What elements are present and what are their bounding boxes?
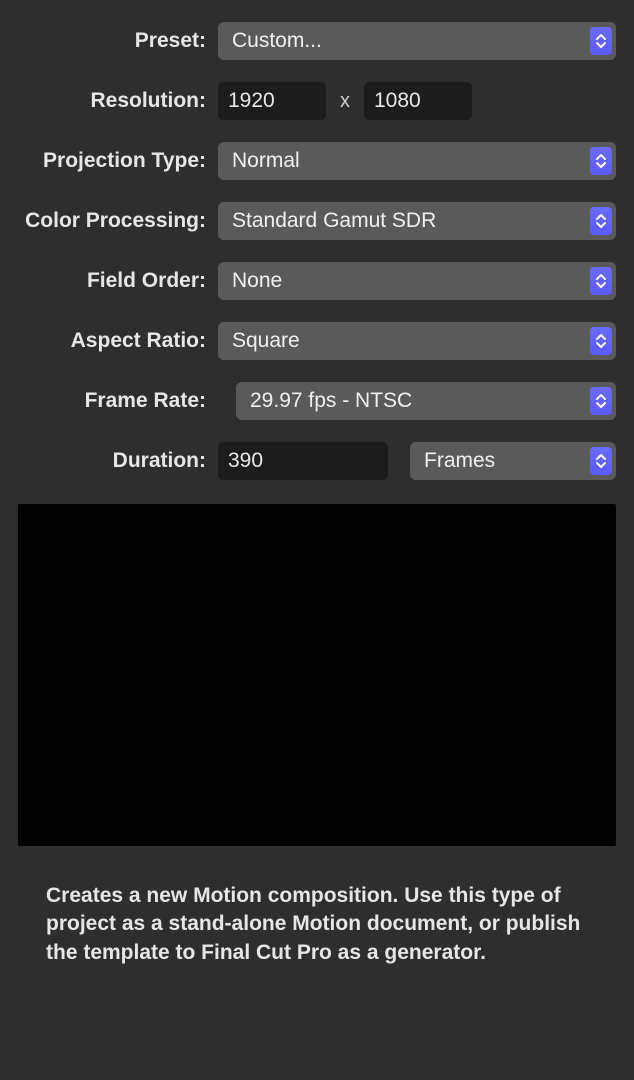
settings-panel: Preset: Custom... Resolution: x Projecti… <box>0 0 634 480</box>
resolution-separator: x <box>326 90 364 113</box>
projection-value: Normal <box>232 149 300 173</box>
duration-row: Duration: Frames <box>18 442 616 480</box>
duration-label: Duration: <box>18 449 218 473</box>
updown-icon <box>590 147 612 175</box>
description-text: Creates a new Motion composition. Use th… <box>46 882 588 967</box>
aspect-label: Aspect Ratio: <box>18 329 218 353</box>
color-value: Standard Gamut SDR <box>232 209 436 233</box>
framerate-label: Frame Rate: <box>18 389 218 413</box>
aspect-row: Aspect Ratio: Square <box>18 322 616 360</box>
aspect-select[interactable]: Square <box>218 322 616 360</box>
projection-row: Projection Type: Normal <box>18 142 616 180</box>
updown-icon <box>590 327 612 355</box>
updown-icon <box>590 387 612 415</box>
preset-select[interactable]: Custom... <box>218 22 616 60</box>
resolution-width-input[interactable] <box>218 82 326 120</box>
preview-area <box>18 504 616 846</box>
color-select[interactable]: Standard Gamut SDR <box>218 202 616 240</box>
field-select[interactable]: None <box>218 262 616 300</box>
framerate-select[interactable]: 29.97 fps - NTSC <box>236 382 616 420</box>
color-label: Color Processing: <box>18 209 218 233</box>
duration-input[interactable] <box>218 442 388 480</box>
resolution-height-input[interactable] <box>364 82 472 120</box>
updown-icon <box>590 447 612 475</box>
updown-icon <box>590 267 612 295</box>
resolution-row: Resolution: x <box>18 82 616 120</box>
field-label: Field Order: <box>18 269 218 293</box>
aspect-value: Square <box>232 329 300 353</box>
updown-icon <box>590 27 612 55</box>
preset-value: Custom... <box>232 29 322 53</box>
updown-icon <box>590 207 612 235</box>
projection-select[interactable]: Normal <box>218 142 616 180</box>
framerate-row: Frame Rate: 29.97 fps - NTSC <box>18 382 616 420</box>
preset-label: Preset: <box>18 29 218 53</box>
preset-row: Preset: Custom... <box>18 22 616 60</box>
color-row: Color Processing: Standard Gamut SDR <box>18 202 616 240</box>
duration-unit-select[interactable]: Frames <box>410 442 616 480</box>
framerate-value: 29.97 fps - NTSC <box>250 389 412 413</box>
resolution-label: Resolution: <box>18 89 218 113</box>
projection-label: Projection Type: <box>18 149 218 173</box>
field-row: Field Order: None <box>18 262 616 300</box>
duration-unit-value: Frames <box>424 449 495 473</box>
field-value: None <box>232 269 282 293</box>
